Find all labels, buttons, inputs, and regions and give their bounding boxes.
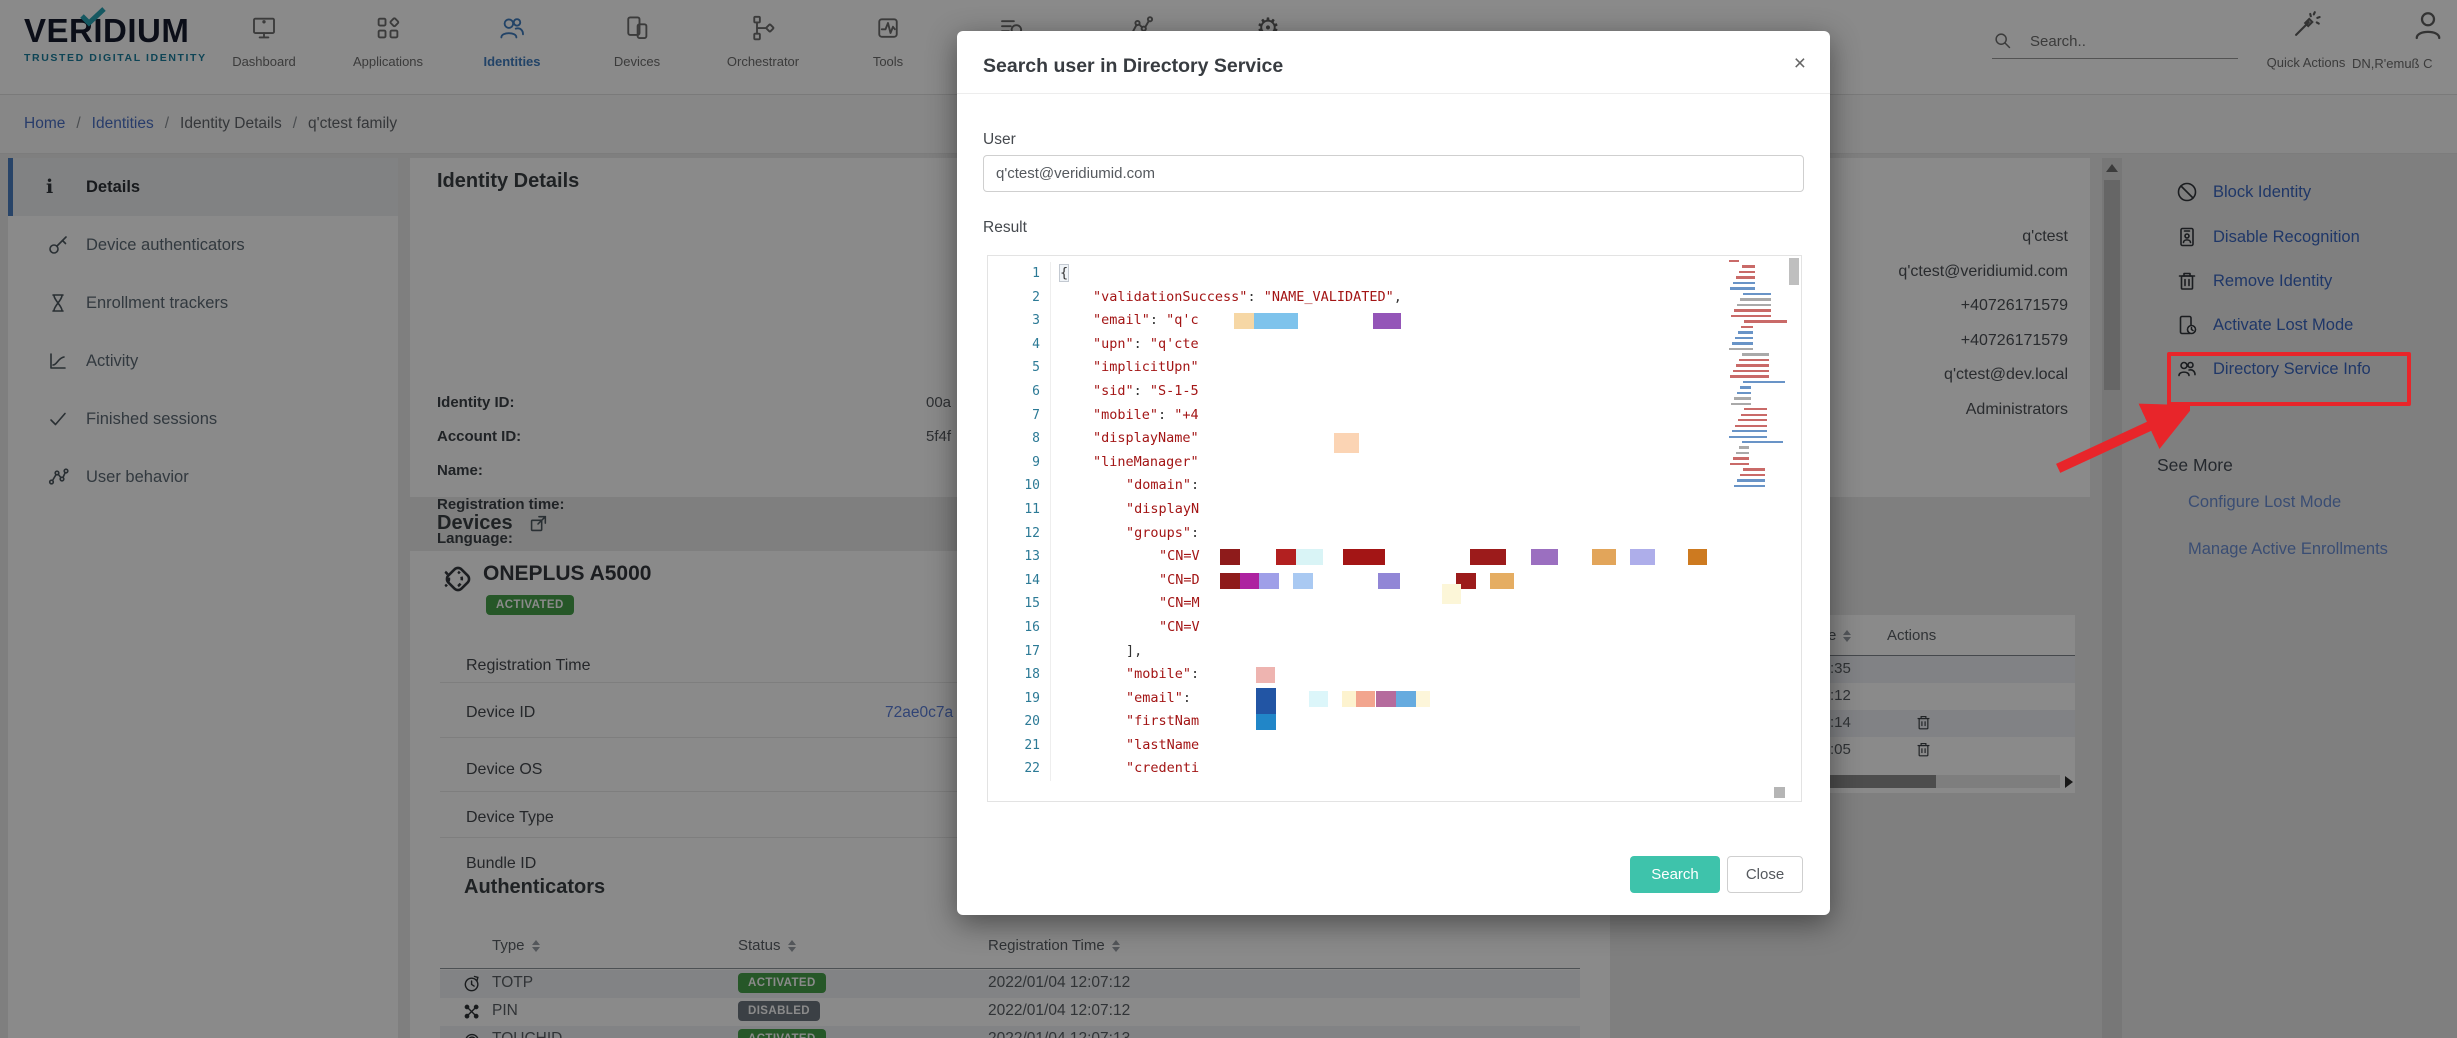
annotation-highlight-box xyxy=(2167,352,2411,406)
redaction-block xyxy=(1592,549,1616,565)
redaction-block xyxy=(1373,313,1401,329)
annotation-arrow xyxy=(2030,385,2190,585)
redaction-block xyxy=(1343,549,1385,565)
code-line: 19"email": xyxy=(988,687,1801,711)
code-line: 11"displayN xyxy=(988,498,1801,522)
code-line: 15"CN=M xyxy=(988,592,1801,616)
redaction-block xyxy=(1296,549,1323,565)
code-line: 4"upn": "q'cte xyxy=(988,333,1801,357)
code-line: 14"CN=D xyxy=(988,569,1801,593)
code-line: 6"sid": "S-1-5 xyxy=(988,380,1801,404)
screen: VERIDIUM TRUSTED DIGITAL IDENTITY Dashbo… xyxy=(0,0,2457,1038)
redaction-block xyxy=(1220,573,1240,589)
code-line: 12"groups": xyxy=(988,522,1801,546)
redaction-block xyxy=(1376,691,1396,707)
redaction-block xyxy=(1531,549,1558,565)
code-line: 18"mobile": xyxy=(988,663,1801,687)
code-line: 13"CN=V xyxy=(988,545,1801,569)
code-line: 9"lineManager" xyxy=(988,451,1801,475)
user-input[interactable] xyxy=(983,155,1804,192)
directory-search-modal: Search user in Directory Service × User … xyxy=(957,31,1830,915)
editor-code: 1{2"validationSuccess": "NAME_VALIDATED"… xyxy=(988,262,1801,781)
redaction-block xyxy=(1378,573,1400,589)
editor-scrollbar-thumb[interactable] xyxy=(1789,258,1799,285)
code-line: 10"domain": xyxy=(988,474,1801,498)
code-line: 20"firstNam xyxy=(988,710,1801,734)
close-button[interactable]: Close xyxy=(1727,856,1803,893)
redaction-block xyxy=(1442,584,1461,604)
redaction-block xyxy=(1688,549,1707,565)
redaction-block xyxy=(1256,714,1276,730)
code-line: 3"email": "q'c xyxy=(988,309,1801,333)
redaction-block xyxy=(1356,691,1375,707)
result-json-editor[interactable]: 1{2"validationSuccess": "NAME_VALIDATED"… xyxy=(987,255,1802,802)
redaction-block xyxy=(1220,549,1240,565)
redaction-block xyxy=(1470,549,1506,565)
editor-minimap[interactable] xyxy=(1727,260,1785,490)
redaction-block xyxy=(1256,667,1275,683)
code-line: 8"displayName" xyxy=(988,427,1801,451)
code-line: 2"validationSuccess": "NAME_VALIDATED", xyxy=(988,286,1801,310)
redaction-block xyxy=(1416,691,1430,707)
result-label: Result xyxy=(983,219,1027,237)
close-icon[interactable]: × xyxy=(1794,53,1806,74)
code-line: 5"implicitUpn" xyxy=(988,356,1801,380)
code-line: 7"mobile": "+4 xyxy=(988,404,1801,428)
redaction-block xyxy=(1259,573,1279,589)
redaction-block xyxy=(1276,549,1296,565)
redaction-block xyxy=(1240,573,1259,589)
redaction-block xyxy=(1630,549,1655,565)
modal-title: Search user in Directory Service xyxy=(983,55,1283,78)
search-button[interactable]: Search xyxy=(1630,856,1720,893)
editor-scroll-corner xyxy=(1774,787,1785,798)
redaction-block xyxy=(1234,313,1254,329)
redaction-block xyxy=(1309,691,1328,707)
user-field-label: User xyxy=(983,131,1016,149)
code-line: 22"credenti xyxy=(988,757,1801,781)
code-line: 21"lastName xyxy=(988,734,1801,758)
redaction-block xyxy=(1396,691,1416,707)
redaction-block xyxy=(1490,573,1514,589)
code-line: 16"CN=V xyxy=(988,616,1801,640)
redaction-block xyxy=(1254,313,1298,329)
redaction-block xyxy=(1342,691,1356,707)
code-line: 17], xyxy=(988,640,1801,664)
redaction-block xyxy=(1293,573,1313,589)
code-line: 1{ xyxy=(988,262,1801,286)
